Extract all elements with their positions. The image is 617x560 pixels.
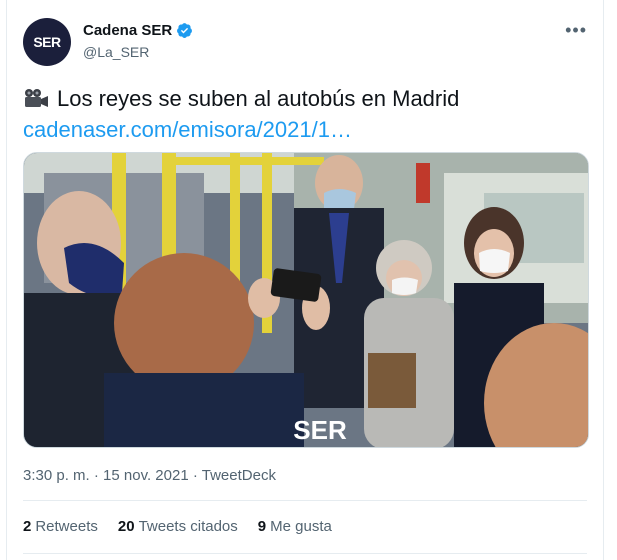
likes-label: Me gusta (270, 518, 332, 535)
movie-camera-icon (25, 89, 48, 107)
tweet-text-content: Los reyes se suben al autobús en Madrid (57, 86, 460, 111)
retweets-count: 2 (23, 518, 32, 535)
meta-separator: · (93, 467, 99, 484)
retweets-label: Retweets (35, 518, 98, 535)
more-options-icon[interactable]: ••• (565, 20, 587, 41)
likes-count: 9 (257, 518, 267, 535)
tweet-time[interactable]: 3:30 p. m. (23, 467, 90, 484)
tweet-media-image[interactable]: SER (23, 152, 589, 448)
author-name-row[interactable]: Cadena SER (83, 22, 193, 39)
tweet-meta: 3:30 p. m. · 15 nov. 2021 · TweetDeck (23, 467, 276, 484)
bus-photo-illustration: SER (24, 153, 588, 447)
quote-tweets-label: Tweets citados (138, 518, 238, 535)
meta-separator: · (192, 467, 198, 484)
tweet-card: SER Cadena SER @La_SER ••• Los reyes se … (6, 0, 604, 560)
quote-tweets-stat[interactable]: 20 Tweets citados (118, 518, 238, 535)
retweets-stat[interactable]: 2 Retweets (23, 518, 98, 535)
tweet-link[interactable]: cadenaser.com/emisora/2021/1… (23, 115, 352, 145)
likes-stat[interactable]: 9 Me gusta (258, 518, 332, 535)
tweet-date[interactable]: 15 nov. 2021 (103, 467, 189, 484)
divider (23, 553, 587, 554)
avatar[interactable]: SER (23, 18, 71, 66)
tweet-stats: 2 Retweets 20 Tweets citados 9 Me gusta (23, 518, 332, 535)
avatar-logo-text: SER (33, 34, 61, 50)
divider (23, 500, 587, 501)
media-watermark: SER (293, 415, 347, 445)
author-handle[interactable]: @La_SER (83, 44, 149, 60)
tweet-text: Los reyes se suben al autobús en Madrid (23, 84, 459, 114)
verified-badge-icon (177, 23, 193, 38)
quote-tweets-count: 20 (117, 518, 135, 535)
tweet-source[interactable]: TweetDeck (202, 467, 276, 484)
author-name[interactable]: Cadena SER (83, 22, 172, 39)
